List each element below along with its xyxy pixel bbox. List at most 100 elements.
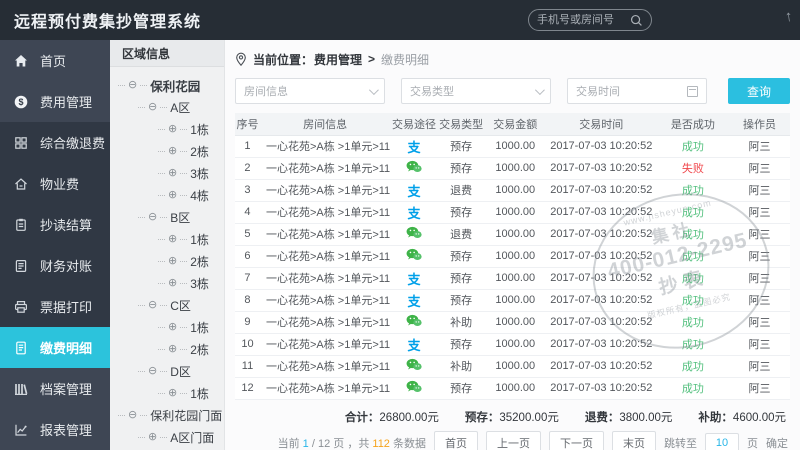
next-page-button[interactable]: 下一页	[549, 430, 604, 450]
table-row[interactable]: 4 一心花苑>A栋 >1单元>1105 支预存 1000.00 2017-07-03 1…	[235, 201, 790, 224]
tree-node-label[interactable]: 保利花园	[150, 76, 200, 95]
collapse-icon[interactable]: ⊖	[128, 79, 137, 91]
last-page-button[interactable]: 末页	[612, 430, 656, 450]
status-cell: 成功	[656, 179, 729, 202]
table-row[interactable]: 12 一心花苑>A栋 >1单元>1105 预存 1000.00 2017-07-03 1…	[235, 377, 790, 400]
collapse-icon[interactable]: ⊖	[148, 101, 157, 113]
type-filter-select[interactable]: 交易类型	[401, 78, 551, 104]
tree-node[interactable]: ⊕ 1栋	[110, 316, 224, 338]
table-row[interactable]: 11 一心花苑>A栋 >1单元>1105 补助 1000.00 2017-07-03 1…	[235, 355, 790, 378]
tree-node[interactable]: ⊕ A区门面	[110, 426, 224, 448]
operator-name: 阿三	[728, 333, 790, 356]
tree-connector	[140, 414, 148, 416]
tree-node-label[interactable]: 4栋	[190, 187, 209, 204]
tree-node[interactable]: ⊖ 保利花园	[110, 74, 224, 96]
table-row[interactable]: 5 一心花苑>A栋 >1单元>1105 退费 1000.00 2017-07-03 10…	[235, 223, 790, 246]
prev-page-button[interactable]: 上一页	[486, 430, 541, 450]
tree-node-label[interactable]: 2栋	[190, 341, 209, 358]
sidebar-item-label: 票据打印	[40, 300, 93, 315]
query-button[interactable]: 查询	[728, 78, 790, 104]
table-row[interactable]: 9 一心花苑>A栋 >1单元>1105 补助 1000.00 2017-07-03 10…	[235, 311, 790, 334]
header-search[interactable]	[528, 9, 652, 31]
expand-icon[interactable]: ⊕	[168, 145, 177, 157]
row-index: 12	[235, 377, 260, 400]
table-row[interactable]: 3 一心花苑>A栋 >1单元>1105 支退费 1000.00 2017-07-03 1…	[235, 179, 790, 202]
tree-node[interactable]: ⊖ D区	[110, 360, 224, 382]
expand-icon[interactable]: ⊕	[168, 189, 177, 201]
collapse-icon[interactable]: ⊖	[148, 299, 157, 311]
sidebar-item-9[interactable]: 档案管理	[0, 368, 110, 409]
sidebar-item-6[interactable]: 财务对账	[0, 245, 110, 286]
room-info: 一心花苑>A栋 >1单元>1105	[259, 157, 391, 180]
tree-node-label[interactable]: 1栋	[190, 231, 209, 248]
tree-node-label[interactable]: B区	[170, 209, 190, 226]
tree-connector	[140, 84, 148, 86]
expand-icon[interactable]: ⊕	[168, 255, 177, 267]
tree-node[interactable]: ⊕ 1栋	[110, 228, 224, 250]
tree-node[interactable]: ⊕ 2栋	[110, 140, 224, 162]
tree-node-label[interactable]: 1栋	[190, 319, 209, 336]
column-header: 交易类型	[437, 113, 485, 136]
table-row[interactable]: 8 一心花苑>A栋 >1单元>1105 支预存 1000.00 2017-07-03 1…	[235, 289, 790, 312]
room-filter-select[interactable]: 房间信息	[235, 78, 385, 104]
tree-node[interactable]: ⊖ A区	[110, 96, 224, 118]
sidebar-item-10[interactable]: 报表管理	[0, 409, 110, 450]
expand-icon[interactable]: ⊕	[168, 321, 177, 333]
tree-node-label[interactable]: 保利花园门面	[150, 407, 222, 424]
tree-node-label[interactable]: 2栋	[190, 143, 209, 160]
collapse-icon[interactable]: ⊖	[128, 409, 137, 421]
tree-node[interactable]: ⊕ 1栋	[110, 118, 224, 140]
search-icon[interactable]	[630, 14, 643, 27]
table-row[interactable]: 10 一心花苑>A栋 >1单元>1105 支预存 1000.00 2017-07-03 …	[235, 333, 790, 356]
table-row[interactable]: 1 一心花苑>A栋 >1单元>1105 支预存 1000.00 2017-07-03 1…	[235, 135, 790, 158]
expand-icon[interactable]: ⊕	[168, 343, 177, 355]
status-badge: 成功	[681, 207, 704, 219]
search-input[interactable]	[537, 14, 630, 26]
first-page-button[interactable]: 首页	[434, 430, 478, 450]
alipay-icon: 支	[390, 267, 438, 290]
expand-icon[interactable]: ⊕	[148, 431, 157, 443]
tree-node-label[interactable]: 3栋	[190, 165, 209, 182]
sidebar-item-8[interactable]: 缴费明细	[0, 327, 110, 368]
jump-page-input[interactable]	[705, 432, 739, 450]
expand-icon[interactable]: ⊕	[168, 233, 177, 245]
tree-node[interactable]: ⊕ 1栋	[110, 382, 224, 404]
expand-icon[interactable]: ⊕	[168, 277, 177, 289]
sidebar-item-3[interactable]: 综合缴退费	[0, 122, 110, 163]
table-row[interactable]: 2 一心花苑>A栋 >1单元>1105 预存 1000.00 2017-07-03 10…	[235, 157, 790, 180]
tree-node[interactable]: ⊕ 3栋	[110, 272, 224, 294]
tree-node[interactable]: ⊖ C区	[110, 294, 224, 316]
tree-node-label[interactable]: D区	[170, 363, 191, 380]
row-index: 3	[235, 179, 260, 202]
expand-icon[interactable]: ⊕	[168, 167, 177, 179]
tree-node-label[interactable]: 3栋	[190, 275, 209, 292]
tree-node[interactable]: ⊖ B区	[110, 206, 224, 228]
table-row[interactable]: 6 一心花苑>A栋 >1单元>1105 预存 1000.00 2017-07-03 10…	[235, 245, 790, 268]
tree-node-label[interactable]: A区门面	[170, 429, 214, 446]
tree-node[interactable]: ⊕ 2栋	[110, 250, 224, 272]
tree-node-label[interactable]: 1栋	[190, 121, 209, 138]
table-row[interactable]: 7 一心花苑>A栋 >1单元>1105 支预存 1000.00 2017-07-03 1…	[235, 267, 790, 290]
expand-icon[interactable]: ⊕	[168, 387, 177, 399]
tree-node-label[interactable]: A区	[170, 99, 190, 116]
tree-node[interactable]: ⊖ 保利花园门面	[110, 404, 224, 426]
breadcrumb-parent[interactable]: 费用管理	[314, 51, 362, 68]
sidebar-item-7[interactable]: 票据打印	[0, 286, 110, 327]
tree-node-label[interactable]: C区	[170, 297, 191, 314]
sidebar-item-4[interactable]: 物业费	[0, 163, 110, 204]
time-filter-select[interactable]: 交易时间	[567, 78, 707, 104]
jump-confirm-button[interactable]: 确定	[766, 435, 788, 450]
sidebar-item-5[interactable]: 抄读结算	[0, 204, 110, 245]
status-cell: 成功	[656, 377, 729, 400]
tree-node[interactable]: ⊕ 4栋	[110, 184, 224, 206]
expand-icon[interactable]: ⊕	[168, 123, 177, 135]
tree-node[interactable]: ⊕ 3栋	[110, 162, 224, 184]
collapse-icon[interactable]: ⊖	[148, 365, 157, 377]
tree-node-label[interactable]: 1栋	[190, 385, 209, 402]
tree-node-label[interactable]: 2栋	[190, 253, 209, 270]
collapse-icon[interactable]: ⊖	[148, 211, 157, 223]
tree-node[interactable]: ⊕ 2栋	[110, 338, 224, 360]
sidebar-item-1[interactable]: 首页	[0, 40, 110, 81]
sidebar-item-2[interactable]: $ 费用管理	[0, 81, 110, 122]
status-badge: 成功	[681, 317, 704, 329]
